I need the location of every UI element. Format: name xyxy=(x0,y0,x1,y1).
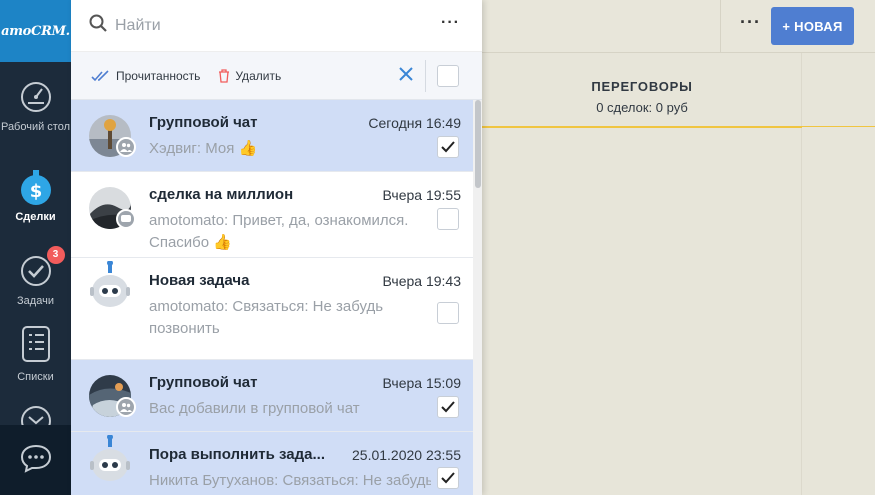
thumbs-up-emoji: 👍 xyxy=(213,234,232,251)
chat-time: Сегодня 16:49 xyxy=(368,115,461,131)
chat-preview: amotomato: Привет, да, ознакомился. Спас… xyxy=(149,210,431,254)
chat-time: 25.01.2020 23:55 xyxy=(352,447,461,463)
sidebar-item-tasks[interactable]: 3 Задачи xyxy=(0,246,71,308)
pipeline-more-button[interactable]: ··· xyxy=(740,12,761,33)
column-summary: 0 сделок: 0 руб xyxy=(596,100,688,115)
deals-icon: $ xyxy=(19,170,53,205)
chat-type-icon xyxy=(116,209,136,229)
next-column-status-line xyxy=(802,126,875,127)
actions-divider xyxy=(425,60,426,92)
chat-checkbox[interactable] xyxy=(437,302,459,324)
chats-panel: Найти ··· Прочитанность Удалить Группово… xyxy=(71,0,482,495)
lists-icon xyxy=(19,324,53,364)
search-input[interactable]: Найти xyxy=(115,17,161,35)
bulk-actions-bar: Прочитанность Удалить xyxy=(71,52,482,100)
double-check-icon xyxy=(91,69,109,81)
panel-more-button[interactable]: ··· xyxy=(441,14,460,32)
pipeline-column: ПЕРЕГОВОРЫ 0 сделок: 0 руб xyxy=(482,53,802,495)
header-divider xyxy=(720,0,721,53)
thumbs-up-emoji: 👍 xyxy=(238,140,258,157)
chat-preview: amotomato: Связаться: Не забудь позвонит… xyxy=(149,298,384,337)
sidebar-item-lists[interactable]: Списки xyxy=(0,324,71,384)
dashboard-icon xyxy=(19,80,53,114)
group-chat-icon xyxy=(116,397,136,417)
trash-icon xyxy=(219,68,230,83)
delete-button[interactable]: Удалить xyxy=(218,69,281,83)
column-title: ПЕРЕГОВОРЫ xyxy=(591,79,693,94)
main-sidebar: amoCRM. Рабочий стол $ Сделки 3 Задачи С… xyxy=(0,0,71,495)
chat-preview: Хэдвиг: Моя 👍 xyxy=(149,138,431,160)
sidebar-item-label: Задачи xyxy=(17,295,54,307)
new-deal-button[interactable]: + НОВАЯ xyxy=(771,7,854,45)
check-icon xyxy=(441,472,455,484)
chat-title: Новая задача xyxy=(149,272,250,289)
list-item[interactable]: сделка на миллион Вчера 19:55 amotomato:… xyxy=(71,172,473,258)
search-bar[interactable]: Найти xyxy=(71,0,482,52)
list-item[interactable]: Новая задача Вчера 19:43 amotomato: Связ… xyxy=(71,258,473,360)
chat-preview-text: Хэдвиг: Моя xyxy=(149,140,235,157)
select-all-checkbox[interactable] xyxy=(437,65,459,87)
chat-preview: Никита Бутуханов: Связаться: Не забудь xyxy=(149,472,431,489)
chat-checkbox[interactable] xyxy=(437,208,459,230)
chat-checkbox[interactable] xyxy=(437,467,459,489)
column-status-line xyxy=(482,126,802,128)
tasks-icon: 3 xyxy=(19,246,65,288)
list-item[interactable]: Групповой чат Сегодня 16:49 Хэдвиг: Моя … xyxy=(71,100,473,172)
chat-list: Групповой чат Сегодня 16:49 Хэдвиг: Моя … xyxy=(71,100,473,495)
sidebar-item-label: Рабочий стол xyxy=(0,121,71,133)
chat-preview-text: amotomato: Привет, да, ознакомился. Спас… xyxy=(149,212,409,251)
chat-title: Групповой чат xyxy=(149,374,258,391)
robot-avatar xyxy=(89,261,131,315)
chat-icon xyxy=(19,443,53,478)
sidebar-item-dashboard[interactable]: Рабочий стол xyxy=(0,80,71,134)
mark-read-label: Прочитанность xyxy=(116,68,201,83)
chat-checkbox[interactable] xyxy=(437,136,459,158)
group-chat-icon xyxy=(116,137,136,157)
sidebar-item-label: Сделки xyxy=(15,211,56,223)
check-icon xyxy=(441,401,455,413)
sidebar-item-deals[interactable]: $ Сделки xyxy=(0,170,71,224)
robot-avatar xyxy=(89,435,131,489)
amocrm-logo[interactable]: amoCRM. xyxy=(0,0,71,62)
tasks-count-badge: 3 xyxy=(46,246,65,264)
search-icon xyxy=(89,14,107,37)
chat-title: сделка на миллион xyxy=(149,186,294,203)
scrollbar-thumb[interactable] xyxy=(475,100,481,188)
chat-checkbox[interactable] xyxy=(437,396,459,418)
list-item[interactable]: Групповой чат Вчера 15:09 Вас добавили в… xyxy=(71,360,473,432)
chat-title: Групповой чат xyxy=(149,114,258,131)
chat-title: Пора выполнить зада... xyxy=(149,446,326,463)
chat-preview: Вас добавили в групповой чат xyxy=(149,400,360,417)
sidebar-item-label: Списки xyxy=(17,371,54,383)
svg-text:$: $ xyxy=(29,181,42,202)
chat-time: Вчера 19:43 xyxy=(382,273,461,289)
chat-time: Вчера 19:55 xyxy=(382,187,461,203)
check-icon xyxy=(441,141,455,153)
list-item[interactable]: Пора выполнить зада... 25.01.2020 23:55 … xyxy=(71,432,473,495)
mark-read-button[interactable]: Прочитанность xyxy=(91,69,200,83)
close-icon[interactable] xyxy=(398,66,414,85)
chat-toggle-button[interactable] xyxy=(0,425,71,495)
chat-time: Вчера 15:09 xyxy=(382,375,461,391)
delete-label: Удалить xyxy=(235,68,282,83)
